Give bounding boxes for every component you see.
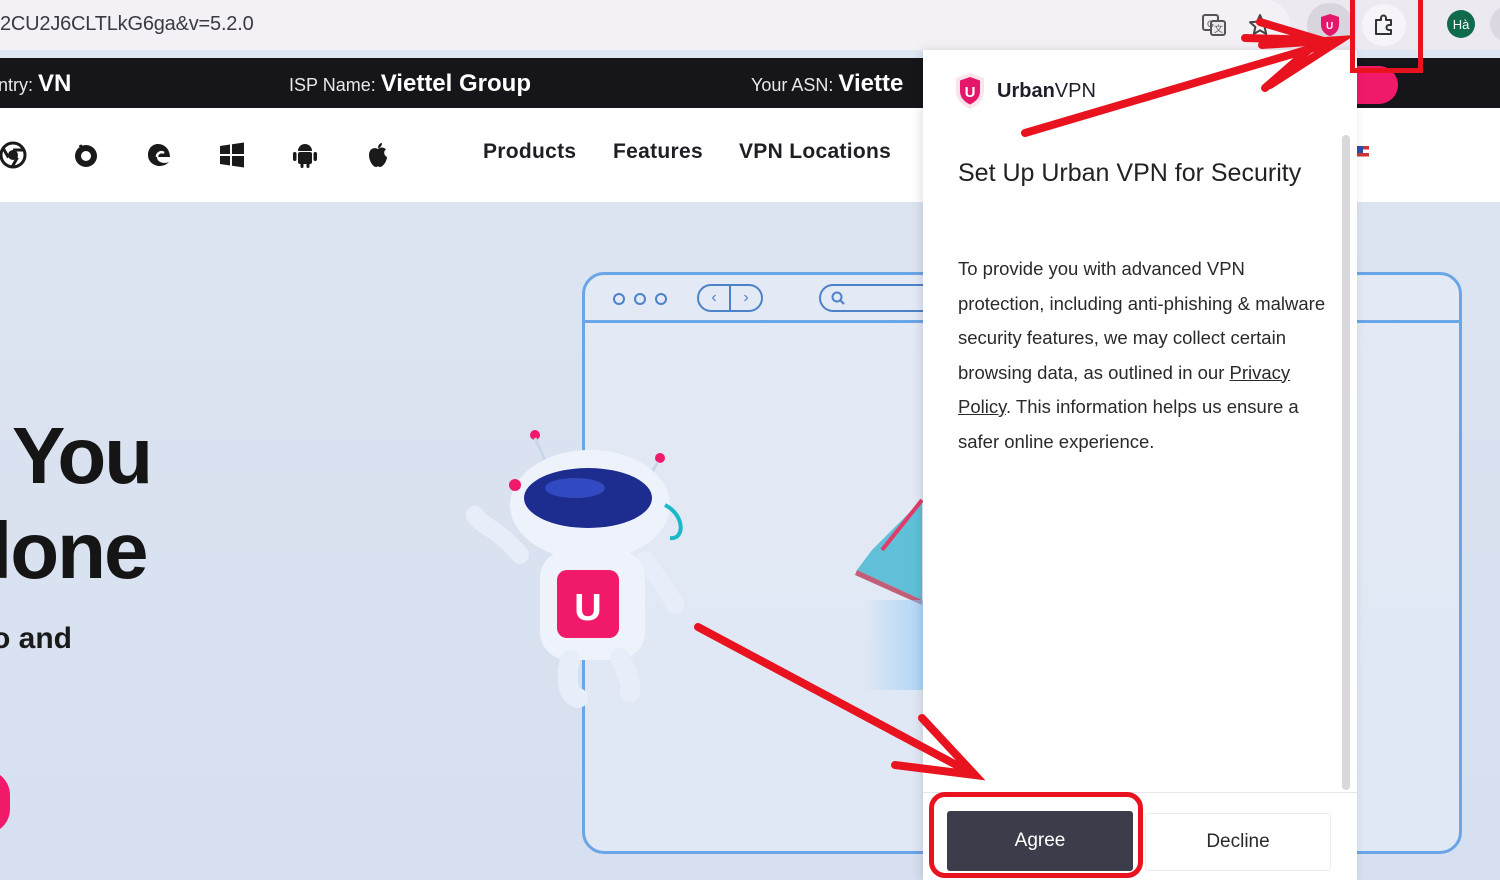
popup-brand: UrbanVPN xyxy=(997,79,1096,102)
chevron-right-icon: › xyxy=(743,289,749,306)
country-info: ntry: VN xyxy=(0,70,72,97)
address-bar[interactable]: 2CU2J6CLTLkG6ga&v=5.2.0 xyxy=(0,0,1290,50)
firefox-icon[interactable] xyxy=(69,138,103,172)
hero-subheading: o and xyxy=(0,622,72,655)
popup-scrollbar[interactable] xyxy=(1342,135,1350,790)
asn-info: Your ASN: Viette xyxy=(751,70,904,97)
nav-products[interactable]: Products xyxy=(483,140,576,164)
browser-menu-button[interactable] xyxy=(1490,6,1500,42)
illustration-dot xyxy=(613,293,625,305)
svg-text:G: G xyxy=(1207,19,1214,29)
annotation-highlight-extensions xyxy=(1350,0,1423,73)
android-icon[interactable] xyxy=(288,138,322,172)
url-text[interactable]: 2CU2J6CLTLkG6ga&v=5.2.0 xyxy=(0,13,254,36)
apple-icon[interactable] xyxy=(361,138,395,172)
robot-mascot-illustration: U xyxy=(466,430,684,708)
hero-heading-line2: lone xyxy=(0,506,148,595)
search-icon xyxy=(831,291,845,305)
edge-icon[interactable] xyxy=(142,138,176,172)
hero-heading-line1: You xyxy=(12,411,153,500)
svg-text:U: U xyxy=(965,84,976,101)
laptop-illustration xyxy=(855,498,924,605)
illustration-dot xyxy=(634,293,646,305)
glow-decoration xyxy=(862,600,924,690)
urban-vpn-shield-icon: U xyxy=(956,73,984,109)
translate-icon[interactable]: G文 xyxy=(1197,8,1231,42)
windows-icon[interactable] xyxy=(215,138,249,172)
chrome-icon[interactable] xyxy=(0,138,30,172)
illustration-nav-buttons: ‹ › xyxy=(697,284,763,312)
illustration-dot xyxy=(655,293,667,305)
popup-title: Set Up Urban VPN for Security xyxy=(958,159,1302,187)
svg-text:文: 文 xyxy=(1214,23,1223,34)
popup-body: To provide you with advanced VPN protect… xyxy=(958,258,1326,452)
browser-toolbar: 2CU2J6CLTLkG6ga&v=5.2.0 G文 U Hà xyxy=(0,0,1500,50)
annotation-highlight-agree xyxy=(929,792,1143,878)
svg-text:U: U xyxy=(574,587,601,629)
language-flag-icon[interactable] xyxy=(1357,146,1369,160)
svg-text:U: U xyxy=(1326,21,1333,32)
nav-vpn-locations[interactable]: VPN Locations xyxy=(739,140,891,164)
chevron-left-icon: ‹ xyxy=(699,286,731,310)
decline-button[interactable]: Decline xyxy=(1145,813,1331,871)
star-icon[interactable] xyxy=(1243,8,1277,42)
urban-vpn-extension-icon[interactable]: U xyxy=(1307,3,1353,47)
isp-info: ISP Name: Viettel Group xyxy=(289,70,531,97)
popup-logo: U UrbanVPN xyxy=(953,72,1096,110)
nav-features[interactable]: Features xyxy=(613,140,703,164)
profile-avatar[interactable]: Hà xyxy=(1447,10,1475,38)
urban-vpn-popup: U UrbanVPN Set Up Urban VPN for Security… xyxy=(923,50,1357,880)
